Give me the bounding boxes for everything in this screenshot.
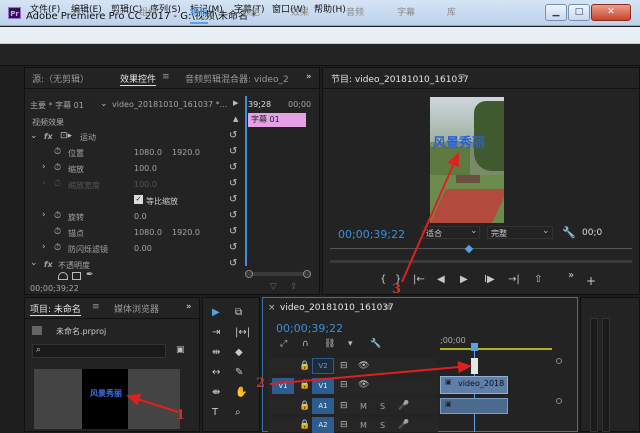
annotation-label-1: 1 bbox=[176, 408, 186, 423]
annotation-label-2: 2 bbox=[256, 376, 266, 391]
annotation-arrow-1 bbox=[126, 393, 179, 413]
annotation-arrow-2 bbox=[269, 361, 472, 385]
annotation-overlay bbox=[126, 152, 472, 413]
annotation-label-3: 3 bbox=[392, 282, 402, 297]
annotation-arrow-3 bbox=[401, 152, 459, 283]
